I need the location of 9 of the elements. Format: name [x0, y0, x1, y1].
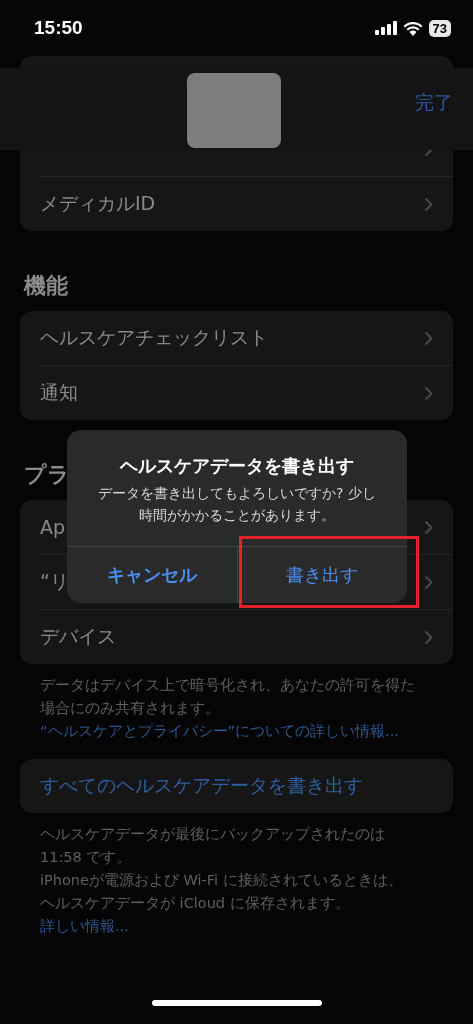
section-header: 機能 — [22, 272, 69, 300]
status-time: 15:50 — [34, 17, 83, 39]
footer-note: iPhoneが電源および Wi-Fi に接続されているときは、ヘルスケアデータが iCloud に保存されます。 詳しい情報... — [40, 871, 404, 936]
alert-title: ヘルスケアデータを書き出す — [118, 454, 355, 478]
alert-message: データを書き出してもよろしいですか? 少し時間がかかることがあります。 — [97, 484, 377, 525]
footer-note: データはデバイス上で暗号化され、あなたの許可を得た場合にのみ共有されます。 — [40, 676, 416, 718]
footer-note: ヘルスケアデータが最後にバックアップされたのは 11:58 です。 — [40, 825, 386, 867]
battery-level: 73 — [428, 19, 451, 37]
section-header: プラ — [23, 461, 71, 489]
